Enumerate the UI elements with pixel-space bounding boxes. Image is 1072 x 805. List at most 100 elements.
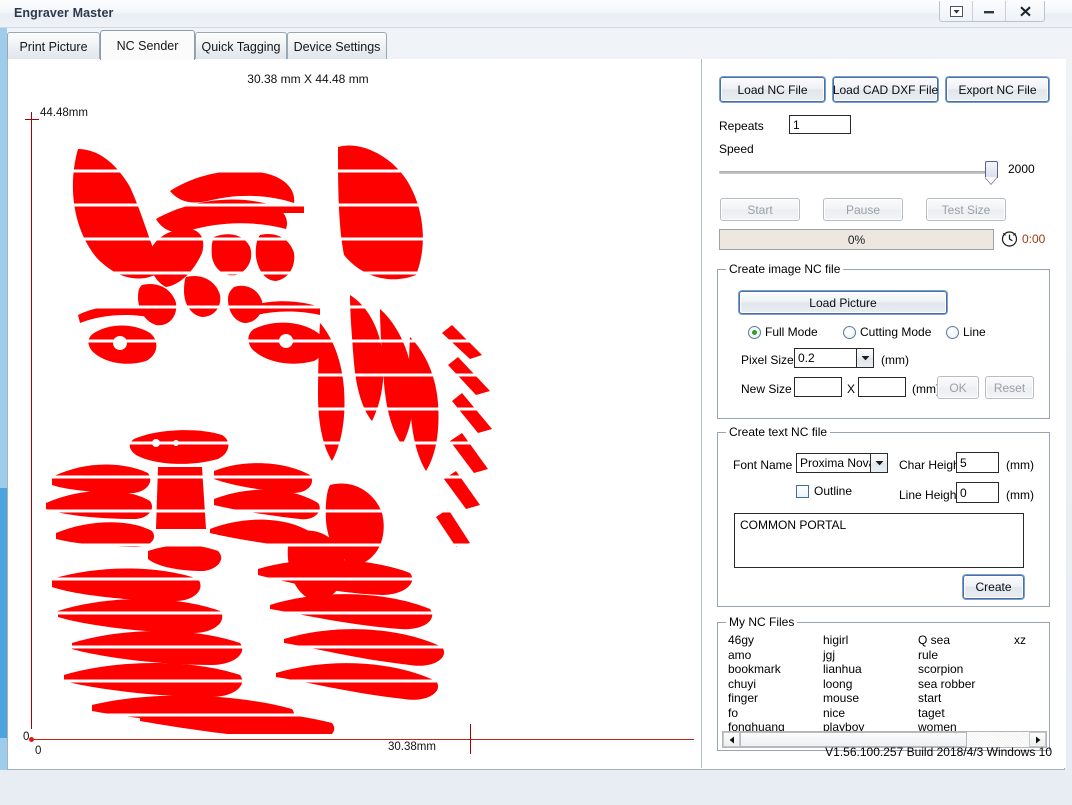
test-size-button[interactable]: Test Size	[926, 198, 1006, 221]
origin-x-label: 0	[35, 745, 42, 757]
font-name-label: Font Name	[733, 458, 793, 472]
chevron-down-icon[interactable]	[856, 349, 873, 367]
ok-button[interactable]: OK	[937, 376, 979, 399]
list-item[interactable]: 46gy	[728, 633, 820, 648]
close-button[interactable]	[1006, 1, 1044, 21]
new-size-separator: X	[847, 382, 856, 396]
pause-button[interactable]: Pause	[823, 198, 903, 221]
repeats-label: Repeats	[719, 119, 764, 133]
tab-nc-sender[interactable]: NC Sender	[100, 30, 195, 60]
radio-line-mode[interactable]: Line	[946, 325, 986, 339]
tab-content-nc-sender: 30.38 mm X 44.48 mm 44.48mm 30.38mm 0 0	[7, 59, 1066, 770]
char-height-label: Char Height	[899, 458, 964, 472]
close-icon	[1019, 5, 1031, 16]
group-title: Create text NC file	[726, 425, 831, 439]
load-nc-file-button[interactable]: Load NC File	[720, 77, 825, 102]
origin-marker	[29, 737, 34, 742]
list-item[interactable]: bookmark	[728, 662, 820, 677]
line-height-input[interactable]: 0	[956, 482, 999, 503]
button-label: Start	[747, 202, 773, 217]
font-name-combobox[interactable]: Proxima Nova	[796, 453, 888, 473]
progress-bar: 0%	[719, 229, 994, 250]
char-height-input[interactable]: 5	[956, 452, 999, 473]
list-item[interactable]: chuyi	[728, 677, 820, 692]
new-size-width-input[interactable]	[794, 377, 842, 397]
radio-label: Cutting Mode	[860, 325, 932, 339]
pixel-size-label: Pixel Size	[741, 353, 794, 367]
chevron-down-box-icon	[949, 5, 963, 17]
repeats-value: 1	[793, 117, 800, 132]
list-item[interactable]: nice	[823, 706, 915, 721]
reset-button[interactable]: Reset	[985, 376, 1034, 399]
speed-slider-track[interactable]	[719, 171, 991, 174]
pixel-size-unit: (mm)	[881, 353, 909, 367]
list-item[interactable]: Q sea	[918, 633, 1014, 648]
line-height-unit: (mm)	[1006, 488, 1034, 502]
radio-indicator	[748, 325, 761, 339]
create-text-button[interactable]: Create	[963, 575, 1024, 599]
list-item[interactable]: women	[918, 720, 1014, 731]
minimize-button[interactable]	[973, 1, 1006, 21]
new-size-height-input[interactable]	[858, 377, 906, 397]
tab-label: Quick Tagging	[201, 39, 281, 54]
application-window: Engraver Master Print Picture NC Sender …	[0, 0, 1072, 805]
new-size-label: New Size	[741, 382, 792, 396]
progress-text: 0%	[847, 232, 866, 247]
list-item[interactable]: mouse	[823, 691, 915, 706]
load-picture-button[interactable]: Load Picture	[739, 291, 947, 314]
engraving-preview-canvas[interactable]: 30.38 mm X 44.48 mm 44.48mm 30.38mm 0 0	[8, 59, 700, 768]
tab-print-picture[interactable]: Print Picture	[7, 32, 100, 60]
load-cad-dxf-file-button[interactable]: Load CAD DXF File	[833, 77, 938, 102]
vertical-ruler-tick	[25, 119, 39, 120]
radio-cutting-mode[interactable]: Cutting Mode	[843, 325, 931, 339]
line-height-value: 0	[960, 485, 967, 500]
vertical-ruler-axis	[31, 112, 32, 729]
chevron-down-icon[interactable]	[870, 454, 887, 472]
list-item[interactable]: sea robber	[918, 677, 1014, 692]
outline-checkbox[interactable]: Outline	[796, 484, 852, 498]
nc-text-textarea[interactable]: COMMON PORTAL	[734, 513, 1024, 568]
repeats-input[interactable]: 1	[789, 115, 851, 134]
list-item[interactable]: higirl	[823, 633, 915, 648]
tiger-stencil-svg	[38, 145, 518, 734]
clock-icon	[1001, 230, 1018, 250]
tab-quick-tagging[interactable]: Quick Tagging	[195, 32, 287, 60]
my-nc-files-group: My NC Files 46gy amo bookmark chuyi fing…	[717, 615, 1050, 751]
radio-full-mode[interactable]: Full Mode	[748, 325, 818, 339]
version-label: V1.56.100.257 Build 2018/4/3 Windows 10	[825, 745, 1052, 759]
char-height-unit: (mm)	[1006, 458, 1034, 472]
speed-value: 2000	[1008, 162, 1035, 176]
list-item[interactable]: scorpion	[918, 662, 1014, 677]
window-edge-strip-highlight	[0, 488, 7, 738]
checkbox-indicator	[796, 484, 809, 498]
list-item[interactable]: amo	[728, 648, 820, 663]
window-controls	[939, 1, 1045, 22]
list-item[interactable]: rule	[918, 648, 1014, 663]
start-button[interactable]: Start	[720, 198, 800, 221]
radio-indicator	[843, 325, 856, 339]
button-label: Export NC File	[958, 82, 1037, 97]
export-nc-file-button[interactable]: Export NC File	[946, 77, 1049, 102]
list-item[interactable]: jgj	[823, 648, 915, 663]
horizontal-ruler-axis	[31, 739, 694, 740]
scroll-left-icon[interactable]	[723, 732, 740, 747]
list-item[interactable]: lianhua	[823, 662, 915, 677]
tab-device-settings[interactable]: Device Settings	[287, 32, 387, 60]
pixel-size-combobox[interactable]: 0.2	[794, 348, 874, 368]
nc-file-list[interactable]: 46gy amo bookmark chuyi finger fo fonghu…	[722, 633, 1047, 731]
list-item[interactable]: xz	[1014, 633, 1047, 648]
list-item[interactable]: taget	[918, 706, 1014, 721]
list-item[interactable]: fo	[728, 706, 820, 721]
list-item[interactable]: finger	[728, 691, 820, 706]
restore-dropdown-button[interactable]	[940, 1, 973, 21]
char-height-value: 5	[960, 455, 967, 470]
list-item[interactable]: start	[918, 691, 1014, 706]
nc-text-value: COMMON PORTAL	[740, 518, 847, 532]
button-label: Reset	[993, 380, 1026, 395]
list-item[interactable]: playboy	[823, 720, 915, 731]
button-label: Pause	[845, 202, 881, 217]
nc-sender-control-panel: Load NC File Load CAD DXF File Export NC…	[701, 59, 1066, 768]
speed-slider-thumb[interactable]	[985, 161, 998, 178]
list-item[interactable]: fonghuang	[728, 720, 820, 731]
list-item[interactable]: loong	[823, 677, 915, 692]
